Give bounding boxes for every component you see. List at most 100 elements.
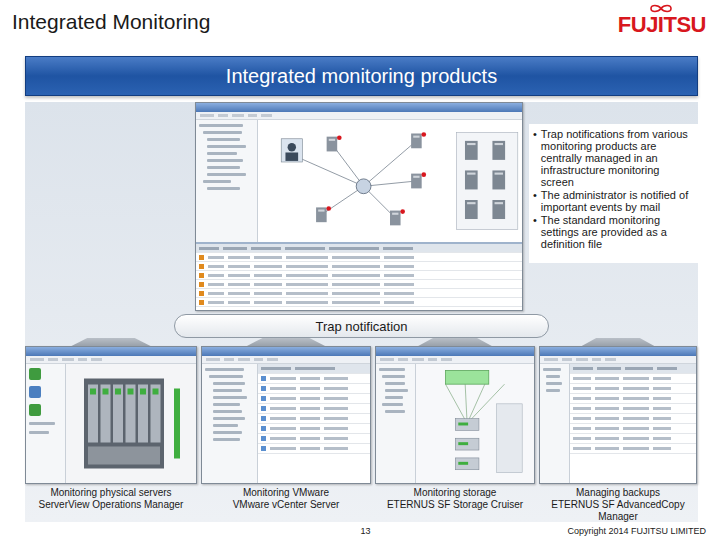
tree-item[interactable] bbox=[213, 431, 242, 434]
backup-row[interactable] bbox=[570, 394, 696, 404]
vm-icon bbox=[261, 376, 266, 381]
backup-row[interactable] bbox=[570, 404, 696, 414]
caption-title: Managing backups bbox=[539, 487, 697, 499]
vm-row[interactable] bbox=[258, 374, 370, 384]
server-icon bbox=[29, 404, 41, 416]
vmware-window bbox=[201, 346, 371, 484]
title-bar bbox=[540, 347, 696, 356]
menu-item bbox=[248, 114, 257, 117]
tree-item[interactable] bbox=[546, 389, 560, 392]
event-row[interactable] bbox=[196, 298, 522, 307]
caption-title: Monitoring storage bbox=[375, 487, 535, 499]
vm-icon bbox=[261, 386, 266, 391]
tree-item[interactable] bbox=[207, 138, 240, 141]
tree-item[interactable] bbox=[199, 124, 243, 127]
tree-item[interactable] bbox=[213, 410, 242, 413]
tree-item[interactable] bbox=[209, 375, 243, 378]
event-row[interactable] bbox=[196, 253, 522, 262]
tree-item[interactable] bbox=[207, 145, 246, 148]
tree-item[interactable] bbox=[385, 410, 405, 413]
vm-row[interactable] bbox=[258, 444, 370, 454]
vm-icon bbox=[261, 436, 266, 441]
tree-item[interactable] bbox=[543, 368, 561, 371]
vm-row[interactable] bbox=[258, 404, 370, 414]
menu-item bbox=[238, 358, 250, 361]
menu-bar bbox=[202, 356, 370, 364]
tree-item[interactable] bbox=[213, 389, 242, 392]
tree-item[interactable] bbox=[213, 424, 238, 427]
backup-row[interactable] bbox=[570, 424, 696, 434]
menu-item bbox=[562, 358, 572, 361]
backup-row[interactable] bbox=[570, 434, 696, 444]
tree-item[interactable] bbox=[385, 396, 403, 399]
server-icon bbox=[465, 141, 478, 160]
backup-row[interactable] bbox=[570, 444, 696, 454]
product-caption: Monitoring VMwareVMware vCenter Server bbox=[201, 484, 371, 522]
top-row: •Trap notifications from various monitor… bbox=[25, 102, 698, 311]
menu-item bbox=[267, 358, 278, 361]
server-icon bbox=[465, 170, 478, 189]
server-icon bbox=[411, 172, 426, 188]
fujitsu-logo: FUJITSU bbox=[618, 4, 706, 37]
header: Integrated Monitoring FUJITSU bbox=[0, 0, 720, 50]
event-row[interactable] bbox=[196, 271, 522, 280]
tree-item[interactable] bbox=[207, 152, 237, 155]
slide-title: Integrated Monitoring bbox=[12, 0, 210, 34]
event-row[interactable] bbox=[196, 262, 522, 271]
event-table bbox=[196, 242, 522, 310]
tree-item[interactable] bbox=[205, 368, 244, 371]
storage-icon bbox=[455, 438, 479, 450]
server-icon bbox=[492, 141, 505, 160]
bullet-mark: • bbox=[533, 189, 537, 213]
warning-icon bbox=[199, 255, 204, 260]
backup-row[interactable] bbox=[570, 384, 696, 394]
tree-item[interactable] bbox=[379, 368, 405, 371]
tree-item[interactable] bbox=[213, 382, 245, 385]
tree-item[interactable] bbox=[213, 438, 240, 441]
tree-item[interactable] bbox=[207, 159, 243, 162]
bullet-item: •The standard monitoring settings are pr… bbox=[533, 214, 692, 250]
tree-item[interactable] bbox=[385, 382, 405, 385]
backup-row[interactable] bbox=[570, 414, 696, 424]
server-icon bbox=[29, 368, 41, 380]
backup-row[interactable] bbox=[570, 374, 696, 384]
tree-item[interactable] bbox=[213, 417, 245, 420]
tree-item[interactable] bbox=[385, 389, 408, 392]
menu-bar bbox=[26, 356, 196, 364]
folder-icon bbox=[29, 386, 41, 398]
vm-row[interactable] bbox=[258, 384, 370, 394]
tree-item[interactable] bbox=[213, 396, 247, 399]
tree-item[interactable] bbox=[207, 173, 246, 176]
tree-item[interactable] bbox=[382, 375, 405, 378]
bullet-mark: • bbox=[533, 214, 537, 250]
tree-item[interactable] bbox=[546, 375, 560, 378]
arrow-icon bbox=[71, 338, 150, 346]
vm-row[interactable] bbox=[258, 394, 370, 404]
tree-item[interactable] bbox=[203, 180, 231, 183]
tree-item[interactable] bbox=[203, 131, 242, 134]
menu-bar bbox=[196, 112, 522, 120]
menu-item bbox=[576, 358, 588, 361]
vm-row[interactable] bbox=[258, 434, 370, 444]
title-bar bbox=[202, 347, 370, 356]
vm-row[interactable] bbox=[258, 424, 370, 434]
product-column: Monitoring physical serversServerView Op… bbox=[25, 338, 197, 523]
event-row[interactable] bbox=[196, 280, 522, 289]
tree-item[interactable] bbox=[213, 403, 240, 406]
menu-item bbox=[254, 358, 263, 361]
table-header bbox=[196, 244, 522, 253]
storage-icon bbox=[455, 458, 479, 470]
bullet-mark: • bbox=[533, 128, 537, 188]
vm-row[interactable] bbox=[258, 414, 370, 424]
bullet-item: •The administrator is notified of import… bbox=[533, 189, 692, 213]
event-row[interactable] bbox=[196, 289, 522, 298]
menu-item bbox=[200, 114, 214, 117]
bullet-item: •Trap notifications from various monitor… bbox=[533, 128, 692, 188]
tree-item[interactable] bbox=[382, 403, 403, 406]
tree-item[interactable] bbox=[546, 382, 562, 385]
menu-item bbox=[261, 114, 272, 117]
tree-item[interactable] bbox=[207, 166, 240, 169]
warning-icon bbox=[199, 282, 204, 287]
tree-item[interactable] bbox=[207, 187, 240, 190]
storage-icon bbox=[455, 419, 479, 431]
